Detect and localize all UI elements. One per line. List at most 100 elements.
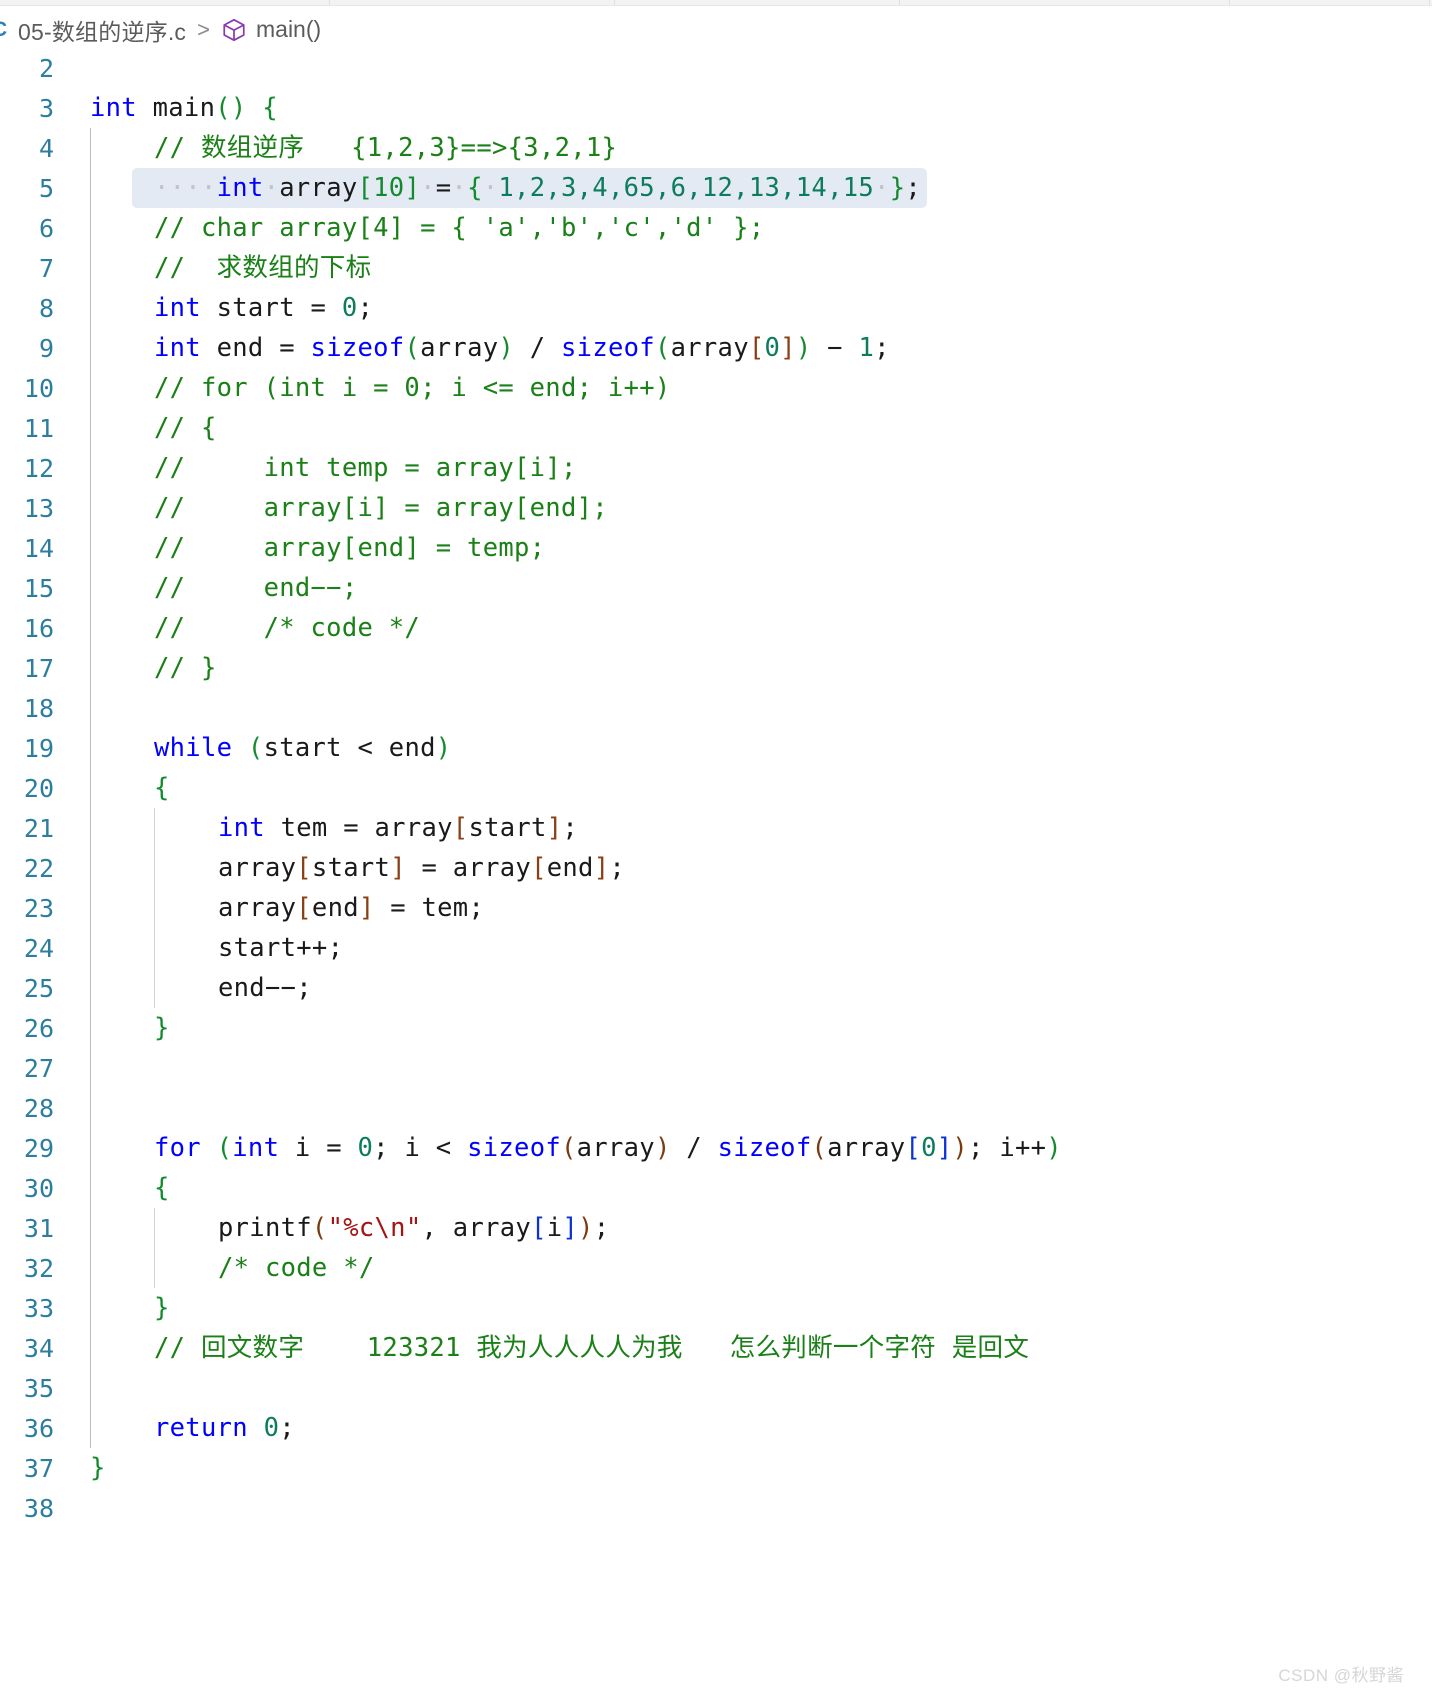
code-line[interactable]: { bbox=[68, 768, 1432, 808]
code-row[interactable]: 38 bbox=[0, 1488, 1432, 1528]
code-line[interactable]: // array[end] = temp; bbox=[68, 528, 1432, 568]
code-line[interactable]: { bbox=[68, 1168, 1432, 1208]
code-token: [ bbox=[905, 1133, 922, 1163]
code-row[interactable]: 29 for (int i = 0; i < sizeof(array) / si… bbox=[0, 1128, 1432, 1168]
code-token: tem = array bbox=[264, 813, 453, 843]
code-token: ; bbox=[279, 1413, 295, 1443]
code-row[interactable]: 25 end−−; bbox=[0, 968, 1432, 1008]
code-row[interactable]: 4 // 数组逆序 {1,2,3}==>{3,2,1} bbox=[0, 128, 1432, 168]
code-row[interactable]: 15 // end−−; bbox=[0, 568, 1432, 608]
code-line[interactable]: return 0; bbox=[68, 1408, 1432, 1448]
breadcrumb-symbol-name[interactable]: main() bbox=[256, 16, 321, 43]
code-line[interactable]: printf("%c\n", array[i]); bbox=[68, 1208, 1432, 1248]
code-row[interactable]: 37} bbox=[0, 1448, 1432, 1488]
code-row[interactable]: 16 // /* code */ bbox=[0, 608, 1432, 648]
code-line[interactable]: array[end] = tem; bbox=[68, 888, 1432, 928]
code-token: end = bbox=[200, 333, 311, 363]
code-line[interactable]: // { bbox=[68, 408, 1432, 448]
code-editor[interactable]: 2 3 int main() {4// 数组逆序 {1,2,3}==>{3,2,1… bbox=[0, 48, 1432, 1700]
code-row[interactable]: 8 int start = 0; bbox=[0, 288, 1432, 328]
code-line[interactable]: } bbox=[68, 1008, 1432, 1048]
code-token: while bbox=[154, 733, 233, 763]
code-line[interactable]: // for (int i = 0; i <= end; i++) bbox=[68, 368, 1432, 408]
code-line[interactable]: end−−; bbox=[68, 968, 1432, 1008]
code-row[interactable]: 26} bbox=[0, 1008, 1432, 1048]
code-token: // for (int i = 0; i <= end; i++) bbox=[154, 373, 671, 403]
code-row[interactable]: 12 // int temp = array[i]; bbox=[0, 448, 1432, 488]
code-token: for bbox=[154, 1133, 201, 1163]
code-line[interactable]: int start = 0; bbox=[68, 288, 1432, 328]
tab-4[interactable] bbox=[900, 0, 1230, 5]
code-line[interactable]: // array[i] = array[end]; bbox=[68, 488, 1432, 528]
code-token: ( bbox=[404, 333, 421, 363]
code-row[interactable]: 2 bbox=[0, 48, 1432, 88]
code-line[interactable]: for (int i = 0; i < sizeof(array) / size… bbox=[68, 1128, 1432, 1168]
code-row[interactable]: 7 // 求数组的下标 bbox=[0, 248, 1432, 288]
line-number: 5 bbox=[38, 173, 54, 203]
code-line[interactable]: while (start < end) bbox=[68, 728, 1432, 768]
code-line[interactable] bbox=[68, 1488, 1432, 1528]
code-row[interactable]: 14 // array[end] = temp; bbox=[0, 528, 1432, 568]
code-row[interactable]: 27 bbox=[0, 1048, 1432, 1088]
code-row[interactable]: 18 bbox=[0, 688, 1432, 728]
code-token: ] bbox=[390, 853, 406, 883]
code-row[interactable]: 31 printf("%c\n", array[i]); bbox=[0, 1208, 1432, 1248]
line-number: 7 bbox=[38, 253, 54, 283]
code-row[interactable]: 33} bbox=[0, 1288, 1432, 1328]
code-line[interactable]: int main() { bbox=[68, 88, 1432, 128]
code-token: array bbox=[670, 333, 749, 363]
code-row[interactable]: 32 /* code */ bbox=[0, 1248, 1432, 1288]
code-token: main bbox=[136, 93, 216, 123]
code-line[interactable]: // int temp = array[i]; bbox=[68, 448, 1432, 488]
code-row[interactable]: 6 // char array[4] = { 'a','b','c','d' }; bbox=[0, 208, 1432, 248]
code-row[interactable]: 5 ····int·array[10]·=·{·1,2,3,4,65,6,12,1… bbox=[0, 168, 1432, 208]
code-line[interactable]: int end = sizeof(array) / sizeof(array[0… bbox=[68, 328, 1432, 368]
code-row[interactable]: 35 bbox=[0, 1368, 1432, 1408]
tab-1[interactable] bbox=[0, 0, 330, 5]
code-row[interactable]: 34 // 回文数字 123321 我为人人人人为我 怎么判断一个字符 是回文 bbox=[0, 1328, 1432, 1368]
code-row[interactable]: 28 bbox=[0, 1088, 1432, 1128]
code-line[interactable]: // } bbox=[68, 648, 1432, 688]
code-line[interactable]: // /* code */ bbox=[68, 608, 1432, 648]
code-line[interactable]: start++; bbox=[68, 928, 1432, 968]
code-line[interactable] bbox=[68, 1088, 1432, 1128]
code-token: ] bbox=[562, 1213, 579, 1243]
tab-2[interactable] bbox=[330, 0, 615, 5]
code-line[interactable]: // 回文数字 123321 我为人人人人为我 怎么判断一个字符 是回文 bbox=[68, 1328, 1432, 1368]
code-row[interactable]: 30 { bbox=[0, 1168, 1432, 1208]
code-row[interactable]: 9 int end = sizeof(array) / sizeof(array[… bbox=[0, 328, 1432, 368]
code-row[interactable]: 19 while (start < end) bbox=[0, 728, 1432, 768]
code-row[interactable]: 21 int tem = array[start]; bbox=[0, 808, 1432, 848]
code-row[interactable]: 17 // } bbox=[0, 648, 1432, 688]
code-row[interactable]: 22 array[start] = array[end]; bbox=[0, 848, 1432, 888]
code-row[interactable]: 3 int main() { bbox=[0, 88, 1432, 128]
code-line[interactable] bbox=[68, 688, 1432, 728]
code-line[interactable] bbox=[68, 1048, 1432, 1088]
code-token: start bbox=[311, 853, 391, 883]
code-line[interactable]: // 数组逆序 {1,2,3}==>{3,2,1} bbox=[68, 128, 1432, 168]
code-row[interactable]: 23 array[end] = tem; bbox=[0, 888, 1432, 928]
code-row[interactable]: 24 start++; bbox=[0, 928, 1432, 968]
code-line[interactable]: ····int·array[10]·=·{·1,2,3,4,65,6,12,13… bbox=[68, 168, 1432, 208]
code-line[interactable]: // char array[4] = { 'a','b','c','d' }; bbox=[68, 208, 1432, 248]
breadcrumb-file-name[interactable]: 05-数组的逆序.c bbox=[18, 13, 186, 47]
tab-3[interactable] bbox=[615, 0, 900, 5]
code-row[interactable]: 36 return 0; bbox=[0, 1408, 1432, 1448]
code-token: 0 bbox=[357, 1133, 374, 1163]
code-token: [ bbox=[531, 1213, 547, 1243]
code-row[interactable]: 10 // for (int i = 0; i <= end; i++) bbox=[0, 368, 1432, 408]
code-line[interactable]: int tem = array[start]; bbox=[68, 808, 1432, 848]
code-line[interactable]: /* code */ bbox=[68, 1248, 1432, 1288]
code-line[interactable]: } bbox=[68, 1288, 1432, 1328]
tab-5[interactable] bbox=[1230, 0, 1430, 5]
code-token: ] bbox=[546, 813, 563, 843]
code-line[interactable]: } bbox=[68, 1448, 1432, 1488]
code-line[interactable]: // end−−; bbox=[68, 568, 1432, 608]
code-row[interactable]: 13 // array[i] = array[end]; bbox=[0, 488, 1432, 528]
code-line[interactable] bbox=[68, 48, 1432, 88]
code-row[interactable]: 11 // { bbox=[0, 408, 1432, 448]
code-row[interactable]: 20 { bbox=[0, 768, 1432, 808]
code-line[interactable]: // 求数组的下标 bbox=[68, 248, 1432, 288]
code-line[interactable] bbox=[68, 1368, 1432, 1408]
code-line[interactable]: array[start] = array[end]; bbox=[68, 848, 1432, 888]
